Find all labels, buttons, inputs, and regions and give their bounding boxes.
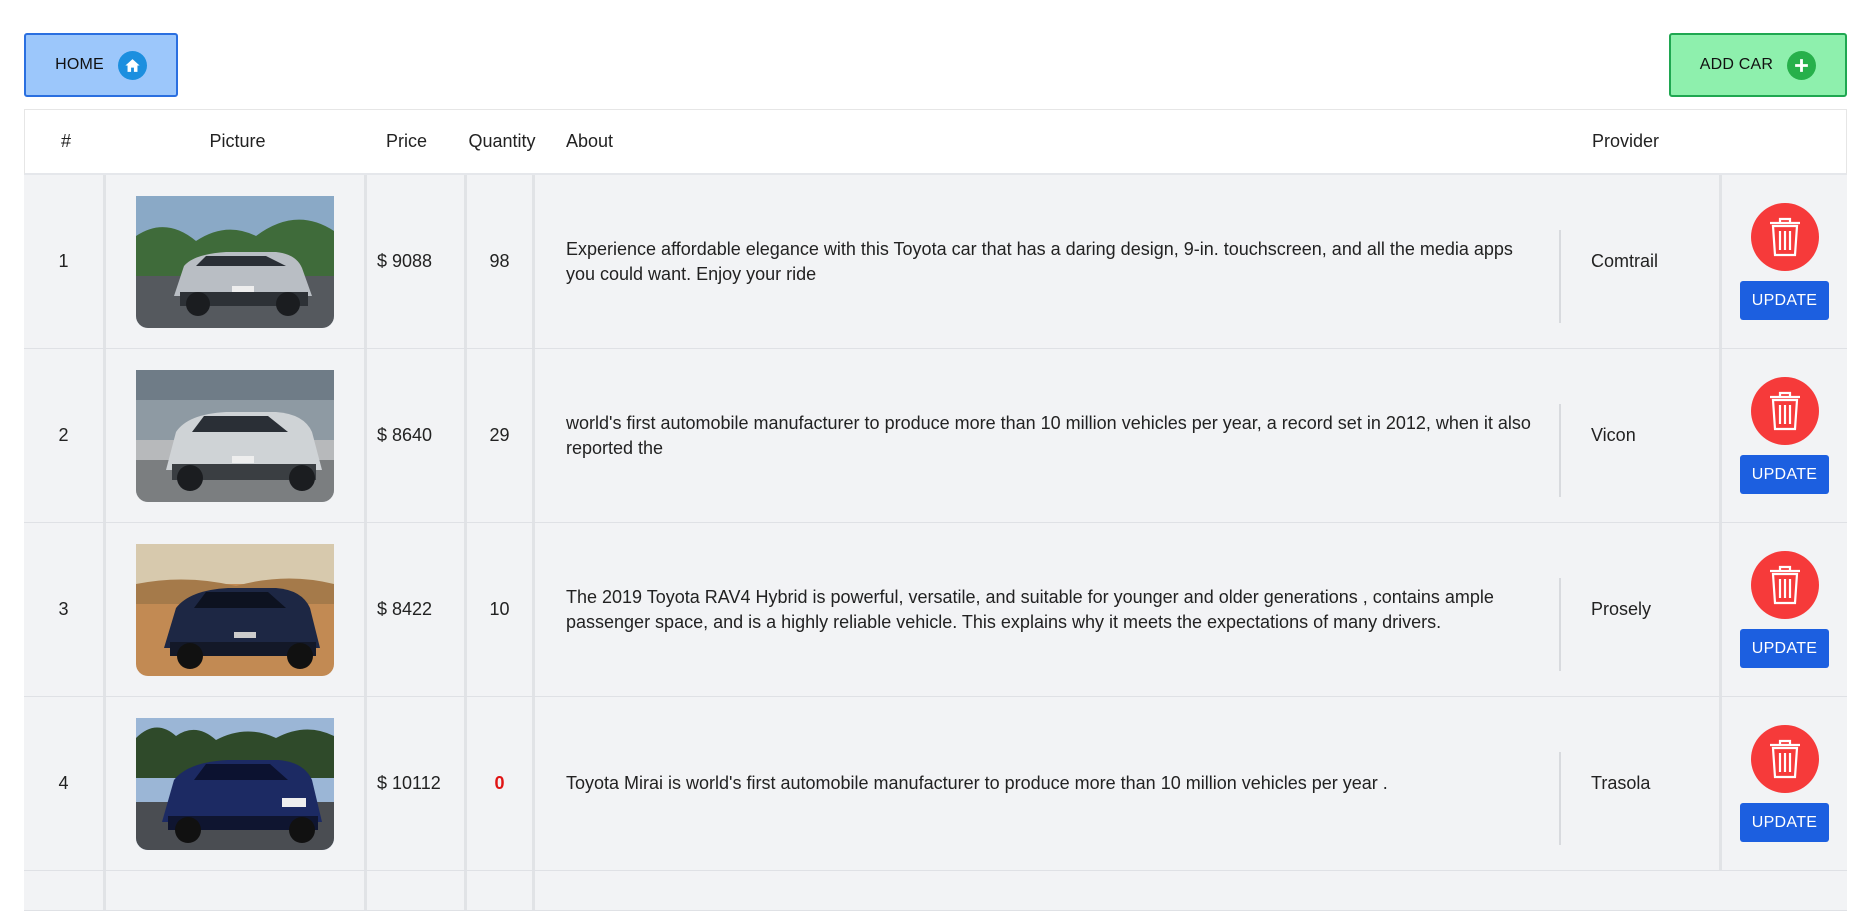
price-value: $ 10112: [367, 697, 467, 870]
car-image: [136, 543, 334, 676]
add-car-button-label: ADD CAR: [1699, 56, 1774, 73]
trash-icon: [1769, 565, 1800, 605]
car-image: [136, 717, 334, 850]
car-picture-cell: [106, 697, 367, 870]
column-header-price: Price: [386, 131, 428, 151]
row-actions: UPDATE: [1719, 349, 1847, 522]
home-button-label: HOME: [55, 56, 104, 73]
column-header-provider: Provider: [1592, 131, 1660, 151]
delete-button[interactable]: [1750, 725, 1819, 793]
price-value: $ 8422: [367, 523, 467, 696]
home-button[interactable]: HOME: [24, 33, 178, 97]
about-text: The 2019 Toyota RAV4 Hybrid is powerful,…: [535, 523, 1561, 696]
trash-icon: [1769, 739, 1800, 779]
row-number: 2: [24, 349, 106, 522]
car-picture-cell: [106, 349, 367, 522]
row-actions: UPDATE: [1719, 523, 1847, 696]
quantity-value: 98: [467, 175, 535, 348]
column-header-picture: Picture: [209, 131, 266, 151]
quantity-value: 10: [467, 523, 535, 696]
car-image: [136, 195, 334, 328]
about-text: Toyota Mirai is world's first automobile…: [535, 697, 1561, 870]
table-row: 3 $ 8422 10 The 2019 Toyota RAV4 Hybrid …: [24, 523, 1847, 697]
price-value: $ 9088: [367, 175, 467, 348]
delete-button[interactable]: [1750, 551, 1819, 619]
row-actions: UPDATE: [1719, 175, 1847, 348]
top-bar: HOME ADD CAR: [0, 0, 1871, 110]
table-header: # Picture Price Quantity About Provider: [24, 109, 1847, 175]
column-header-quantity: Quantity: [468, 131, 536, 151]
row-number: 3: [24, 523, 106, 696]
provider-name: Prosely: [1591, 599, 1652, 619]
about-text: world's first automobile manufacturer to…: [535, 349, 1561, 522]
trash-icon: [1769, 391, 1800, 431]
home-icon: [117, 50, 147, 80]
cars-table: # Picture Price Quantity About Provider …: [24, 109, 1847, 911]
update-button[interactable]: UPDATE: [1740, 803, 1829, 842]
row-number: 4: [24, 697, 106, 870]
update-button[interactable]: UPDATE: [1740, 629, 1829, 668]
quantity-value: 0: [467, 697, 535, 870]
provider-name: Comtrail: [1591, 251, 1659, 271]
about-text: Experience affordable elegance with this…: [535, 175, 1561, 348]
table-row: 1 $ 9088 98 Experience affordable elegan…: [24, 175, 1847, 349]
table-row: 2 $ 8640 29 world's first automobile man…: [24, 349, 1847, 523]
out-of-stock-quantity: 0: [494, 773, 505, 793]
delete-button[interactable]: [1750, 203, 1819, 271]
provider-name: Trasola: [1591, 773, 1651, 793]
add-car-button[interactable]: ADD CAR: [1669, 33, 1847, 97]
plus-icon: [1787, 50, 1817, 80]
quantity-value: 29: [467, 349, 535, 522]
car-picture-cell: [106, 523, 367, 696]
car-picture-cell: [106, 175, 367, 348]
delete-button[interactable]: [1750, 377, 1819, 445]
table-row-partial: [24, 871, 1847, 911]
column-header-number: #: [60, 131, 71, 151]
update-button[interactable]: UPDATE: [1740, 455, 1829, 494]
car-image: [136, 369, 334, 502]
price-value: $ 8640: [367, 349, 467, 522]
row-actions: UPDATE: [1719, 697, 1847, 870]
provider-name: Vicon: [1591, 425, 1636, 445]
row-number: 1: [24, 175, 106, 348]
trash-icon: [1769, 217, 1800, 257]
table-row: 4 $ 10112 0 Toyota Mirai is world's firs…: [24, 697, 1847, 871]
column-header-about: About: [566, 131, 614, 151]
update-button[interactable]: UPDATE: [1740, 281, 1829, 320]
